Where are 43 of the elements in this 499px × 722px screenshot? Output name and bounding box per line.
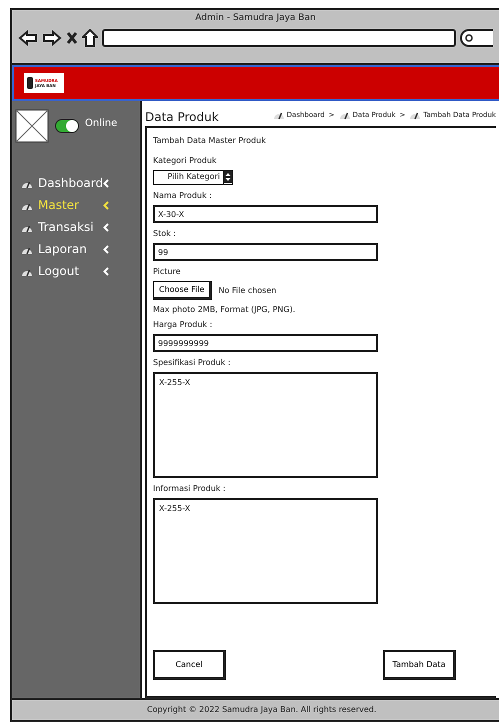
window-title: Admin - Samudra Jaya Ban [195, 13, 316, 23]
input-field[interactable]: 9999999999 [153, 334, 378, 352]
menu-item[interactable]: Laporan [21, 241, 137, 257]
home-icon[interactable] [82, 29, 98, 47]
field-label: Harga Produk : [153, 320, 214, 329]
back-icon[interactable] [18, 30, 38, 46]
input-field[interactable]: 99 [153, 243, 378, 261]
online-toggle[interactable] [55, 119, 79, 133]
address-bar[interactable] [102, 29, 456, 47]
form-title: Tambah Data Master Produk [153, 136, 267, 145]
spinner-icon [224, 171, 232, 183]
chevron-left-icon [103, 178, 109, 188]
cancel-button[interactable]: Cancel [153, 650, 226, 680]
field-label: Stok : [153, 229, 177, 238]
file-hint: Max photo 2MB, Format (JPG, PNG). [153, 305, 296, 314]
page-title: Data Produk [145, 110, 219, 124]
image-placeholder [15, 109, 49, 143]
textarea-field[interactable]: X-255-X [153, 498, 378, 604]
close-icon[interactable] [66, 31, 78, 45]
menu-item[interactable]: Master [21, 197, 137, 213]
menu-item[interactable]: Logout [21, 263, 137, 279]
input-field[interactable]: X-30-X [153, 205, 378, 223]
field-label: Nama Produk : [153, 191, 213, 200]
field-label: Spesifikasi Produk : [153, 358, 232, 367]
choose-file-button[interactable]: Choose File [153, 281, 212, 300]
forward-icon[interactable] [42, 30, 62, 46]
search-icon [465, 34, 474, 42]
field-label: Informasi Produk : [153, 484, 227, 493]
category-select[interactable]: Pilih Kategori [153, 170, 233, 185]
chevron-left-icon [103, 222, 109, 232]
chevron-left-icon [103, 244, 109, 254]
search-field[interactable] [460, 29, 493, 47]
footer: Copyright © 2022 Samudra Jaya Ban. All rights reserved. [12, 698, 499, 720]
chevron-left-icon [103, 200, 109, 210]
submit-button[interactable]: Tambah Data [383, 650, 456, 680]
textarea-field[interactable]: X-255-X [153, 372, 378, 478]
status-label: Online [85, 118, 118, 128]
file-status: No File chosen [218, 286, 276, 295]
menu-item[interactable]: Transaksi [21, 219, 137, 235]
chevron-left-icon [103, 266, 109, 276]
field-label: Picture [153, 267, 182, 276]
menu-item[interactable]: Dashboard [21, 175, 137, 191]
field-label: Kategori Produk [153, 156, 218, 165]
